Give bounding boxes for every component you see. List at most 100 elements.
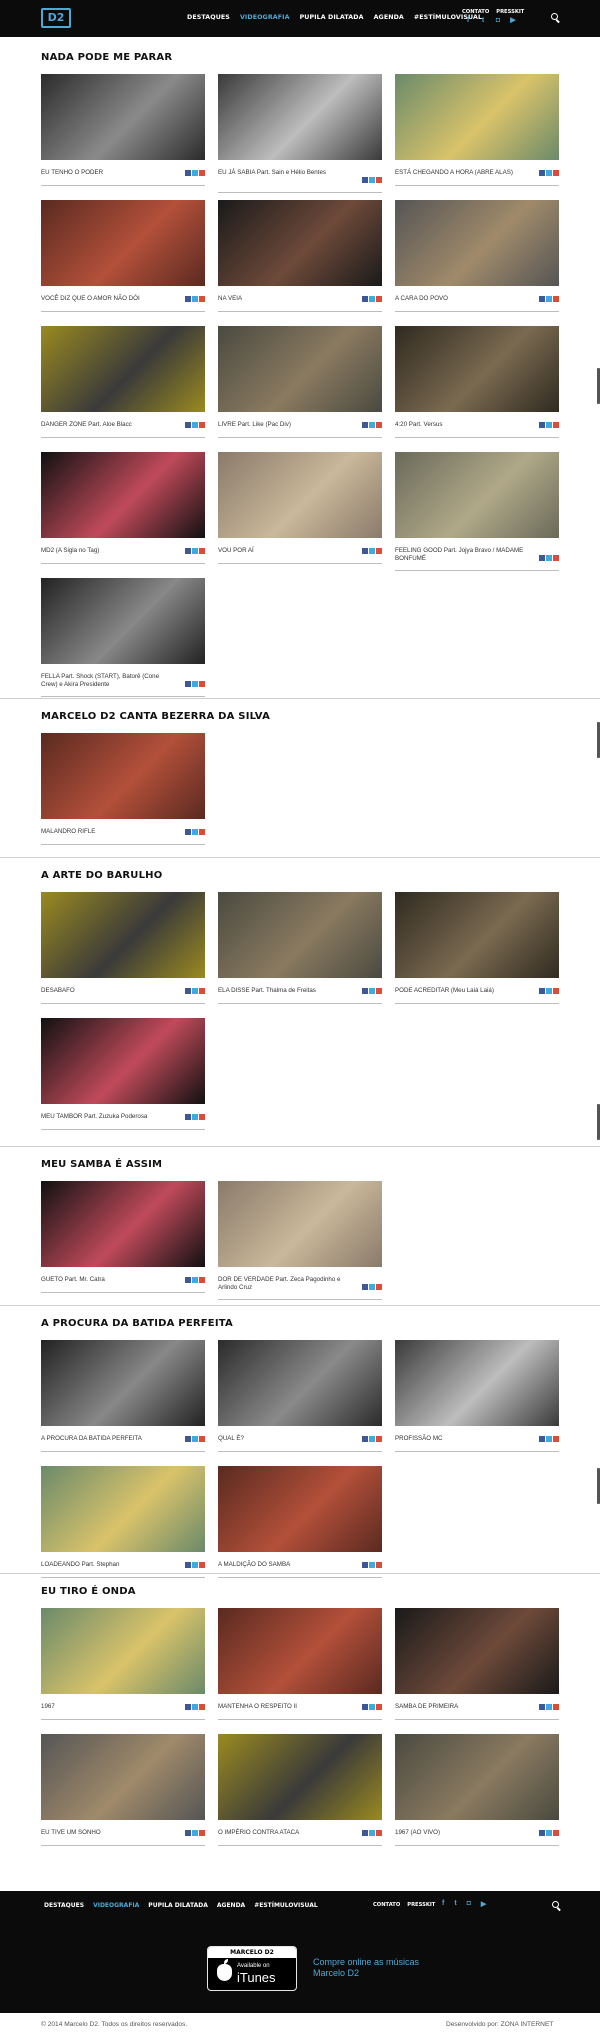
- video-caption[interactable]: DANGER ZONE Part. Aloe Blacc: [41, 421, 171, 429]
- google-share-icon[interactable]: [376, 988, 382, 994]
- facebook-share-icon[interactable]: [362, 548, 368, 554]
- video-caption[interactable]: MALANDRO RIFLE: [41, 828, 171, 836]
- video-caption[interactable]: O IMPÉRIO CONTRA ATACA: [218, 1829, 348, 1837]
- video-thumbnail[interactable]: [395, 1608, 559, 1694]
- video-thumbnail[interactable]: [395, 1734, 559, 1820]
- facebook-share-icon[interactable]: [185, 1830, 191, 1836]
- video-caption[interactable]: PODE ACREDITAR (Meu Laiá Laiá): [395, 987, 525, 995]
- video-caption[interactable]: A CARA DO POVO: [395, 295, 525, 303]
- video-caption[interactable]: MANTENHA O RESPEITO II: [218, 1703, 348, 1711]
- video-thumbnail[interactable]: [41, 1466, 205, 1552]
- video-caption[interactable]: FEELING GOOD Part. Jojya Bravo / MADAME …: [395, 547, 525, 563]
- facebook-share-icon[interactable]: [539, 1830, 545, 1836]
- facebook-share-icon[interactable]: [185, 422, 191, 428]
- facebook-share-icon[interactable]: [539, 1704, 545, 1710]
- twitter-icon[interactable]: t: [454, 1900, 456, 1908]
- video-caption[interactable]: QUAL É?: [218, 1435, 348, 1443]
- facebook-share-icon[interactable]: [185, 1114, 191, 1120]
- facebook-share-icon[interactable]: [185, 1562, 191, 1568]
- video-thumbnail[interactable]: [41, 1181, 205, 1267]
- footer-nav-videografia[interactable]: VIDEOGRAFIA: [93, 1902, 139, 1909]
- facebook-share-icon[interactable]: [539, 296, 545, 302]
- twitter-share-icon[interactable]: [369, 1562, 375, 1568]
- twitter-share-icon[interactable]: [369, 1704, 375, 1710]
- video-thumbnail[interactable]: [41, 733, 205, 819]
- google-share-icon[interactable]: [199, 1704, 205, 1710]
- video-caption[interactable]: GUETO Part. Mr. Catra: [41, 1276, 171, 1284]
- video-caption[interactable]: ESTÁ CHEGANDO A HORA (ABRE ALAS): [395, 169, 525, 177]
- twitter-share-icon[interactable]: [192, 829, 198, 835]
- footer-presskit-link[interactable]: PRESSKIT: [407, 1902, 435, 1908]
- google-share-icon[interactable]: [553, 170, 559, 176]
- google-share-icon[interactable]: [553, 555, 559, 561]
- video-caption[interactable]: ELA DISSE Part. Thalma de Freitas: [218, 987, 348, 995]
- video-caption[interactable]: DESABAFO: [41, 987, 171, 995]
- twitter-share-icon[interactable]: [192, 988, 198, 994]
- buy-online-text[interactable]: Compre online as músicas Marcelo D2: [313, 1957, 453, 1979]
- facebook-share-icon[interactable]: [185, 296, 191, 302]
- nav-pupila-dilatada[interactable]: PUPILA DILATADA: [300, 14, 364, 21]
- video-caption[interactable]: 1967: [41, 1703, 171, 1711]
- facebook-share-icon[interactable]: [539, 1436, 545, 1442]
- footer-contato-link[interactable]: CONTATO: [373, 1902, 400, 1908]
- twitter-share-icon[interactable]: [192, 1436, 198, 1442]
- video-thumbnail[interactable]: [218, 892, 382, 978]
- google-share-icon[interactable]: [376, 1830, 382, 1836]
- video-thumbnail[interactable]: [218, 1466, 382, 1552]
- twitter-share-icon[interactable]: [546, 1436, 552, 1442]
- twitter-share-icon[interactable]: [192, 1562, 198, 1568]
- video-caption[interactable]: EU TIVE UM SONHO: [41, 1829, 171, 1837]
- twitter-share-icon[interactable]: [369, 422, 375, 428]
- google-share-icon[interactable]: [376, 296, 382, 302]
- facebook-share-icon[interactable]: [362, 1284, 368, 1290]
- google-share-icon[interactable]: [199, 548, 205, 554]
- video-caption[interactable]: PROFISSÃO MC: [395, 1435, 525, 1443]
- twitter-icon[interactable]: t: [479, 17, 487, 25]
- google-share-icon[interactable]: [553, 1704, 559, 1710]
- video-thumbnail[interactable]: [41, 1608, 205, 1694]
- video-thumbnail[interactable]: [218, 1340, 382, 1426]
- twitter-share-icon[interactable]: [192, 548, 198, 554]
- google-share-icon[interactable]: [376, 1284, 382, 1290]
- search-icon[interactable]: [552, 1901, 562, 1911]
- contato-link[interactable]: CONTATO: [462, 9, 489, 15]
- footer-nav-agenda[interactable]: AGENDA: [217, 1902, 245, 1909]
- facebook-share-icon[interactable]: [362, 1562, 368, 1568]
- video-thumbnail[interactable]: [218, 1608, 382, 1694]
- facebook-share-icon[interactable]: [185, 548, 191, 554]
- facebook-share-icon[interactable]: [539, 422, 545, 428]
- google-share-icon[interactable]: [553, 1830, 559, 1836]
- google-share-icon[interactable]: [199, 170, 205, 176]
- facebook-icon[interactable]: f: [442, 1900, 444, 1908]
- google-share-icon[interactable]: [199, 422, 205, 428]
- video-thumbnail[interactable]: [218, 1181, 382, 1267]
- video-caption[interactable]: VOU POR AÍ: [218, 547, 348, 555]
- google-share-icon[interactable]: [553, 422, 559, 428]
- video-caption[interactable]: LIVRE Part. Like (Pac Div): [218, 421, 348, 429]
- twitter-share-icon[interactable]: [192, 296, 198, 302]
- facebook-share-icon[interactable]: [539, 170, 545, 176]
- facebook-share-icon[interactable]: [362, 1704, 368, 1710]
- google-share-icon[interactable]: [199, 988, 205, 994]
- video-thumbnail[interactable]: [41, 1734, 205, 1820]
- video-thumbnail[interactable]: [41, 1340, 205, 1426]
- video-thumbnail[interactable]: [41, 200, 205, 286]
- twitter-share-icon[interactable]: [546, 296, 552, 302]
- video-caption[interactable]: 1967 (AO VIVO): [395, 1829, 525, 1837]
- facebook-share-icon[interactable]: [539, 988, 545, 994]
- video-caption[interactable]: MEU TAMBOR Part. Zuzuka Poderosa: [41, 1113, 171, 1121]
- developer-credit[interactable]: Desenvolvido por: ZONA INTERNET: [446, 2021, 553, 2028]
- google-share-icon[interactable]: [376, 1436, 382, 1442]
- facebook-share-icon[interactable]: [185, 829, 191, 835]
- facebook-share-icon[interactable]: [362, 988, 368, 994]
- twitter-share-icon[interactable]: [192, 422, 198, 428]
- twitter-share-icon[interactable]: [369, 988, 375, 994]
- nav-destaques[interactable]: DESTAQUES: [187, 14, 230, 21]
- itunes-badge[interactable]: MARCELO D2 Available on iTunes: [207, 1946, 297, 1991]
- google-share-icon[interactable]: [376, 548, 382, 554]
- facebook-share-icon[interactable]: [185, 681, 191, 687]
- facebook-share-icon[interactable]: [539, 555, 545, 561]
- video-caption[interactable]: VOCÊ DIZ QUE O AMOR NÃO DÓI: [41, 295, 171, 303]
- twitter-share-icon[interactable]: [546, 555, 552, 561]
- facebook-share-icon[interactable]: [362, 1830, 368, 1836]
